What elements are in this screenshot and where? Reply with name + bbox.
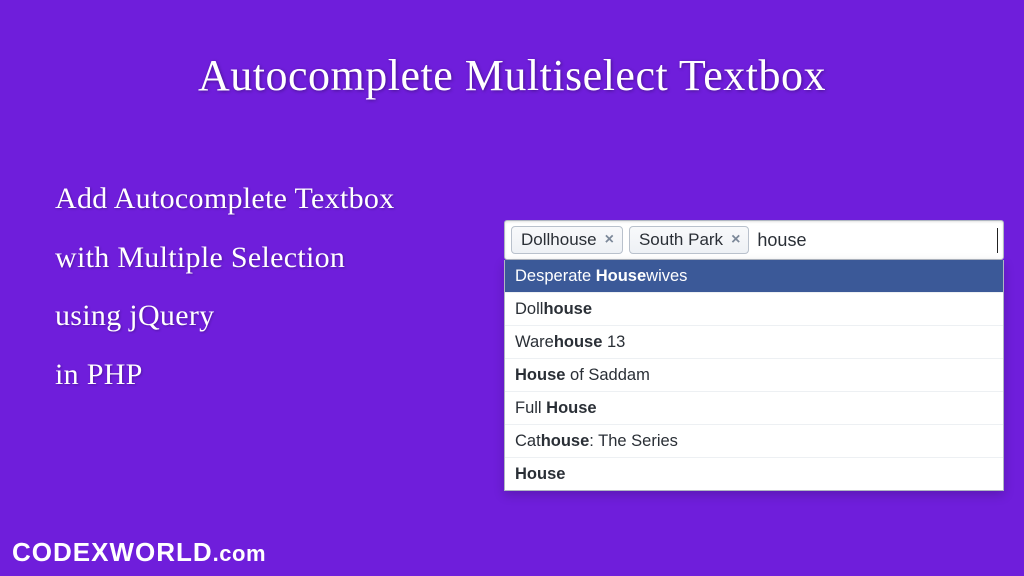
subtitle-line: using jQuery: [55, 287, 395, 346]
autocomplete-text-input[interactable]: house: [755, 227, 997, 254]
autocomplete-input-box[interactable]: Dollhouse × South Park × house: [504, 220, 1004, 260]
dropdown-item[interactable]: Full House: [505, 392, 1003, 425]
dropdown-item[interactable]: Warehouse 13: [505, 326, 1003, 359]
page-title: Autocomplete Multiselect Textbox: [0, 0, 1024, 101]
dropdown-item[interactable]: House: [505, 458, 1003, 490]
autocomplete-widget: Dollhouse × South Park × house Desperate…: [504, 220, 1004, 491]
dropdown-item-text: Doll: [515, 300, 543, 318]
subtitle-line: with Multiple Selection: [55, 229, 395, 288]
dropdown-item-match: house: [554, 333, 603, 351]
dropdown-item-match: house: [541, 432, 590, 450]
dropdown-item-text: wives: [646, 267, 687, 285]
dropdown-item-text: Full: [515, 399, 546, 417]
watermark: CODEXWORLD.com: [12, 537, 266, 568]
selected-token[interactable]: Dollhouse ×: [511, 226, 623, 254]
dropdown-item[interactable]: Desperate Housewives: [505, 260, 1003, 293]
dropdown-item[interactable]: Cathouse: The Series: [505, 425, 1003, 458]
watermark-suffix: .com: [213, 541, 266, 566]
subtitle-line: Add Autocomplete Textbox: [55, 170, 395, 229]
close-icon[interactable]: ×: [729, 232, 742, 248]
dropdown-item[interactable]: Dollhouse: [505, 293, 1003, 326]
dropdown-item-match: House: [515, 465, 565, 483]
dropdown-item-match: House: [515, 366, 565, 384]
subtitle: Add Autocomplete Textbox with Multiple S…: [55, 170, 395, 404]
dropdown-item-text: Desperate: [515, 267, 596, 285]
dropdown-item-text: : The Series: [589, 432, 678, 450]
dropdown-item[interactable]: House of Saddam: [505, 359, 1003, 392]
dropdown-item-text: Ware: [515, 333, 554, 351]
subtitle-line: in PHP: [55, 346, 395, 405]
token-label: Dollhouse: [521, 230, 597, 250]
dropdown-item-match: House: [596, 267, 646, 285]
close-icon[interactable]: ×: [603, 232, 616, 248]
dropdown-item-match: House: [546, 399, 596, 417]
selected-token[interactable]: South Park ×: [629, 226, 749, 254]
autocomplete-dropdown: Desperate HousewivesDollhouseWarehouse 1…: [504, 260, 1004, 491]
watermark-brand: CODEXWORLD: [12, 537, 213, 567]
token-label: South Park: [639, 230, 723, 250]
dropdown-item-text: 13: [602, 333, 625, 351]
dropdown-item-text: of Saddam: [565, 366, 649, 384]
dropdown-item-text: Cat: [515, 432, 541, 450]
dropdown-item-match: house: [543, 300, 592, 318]
